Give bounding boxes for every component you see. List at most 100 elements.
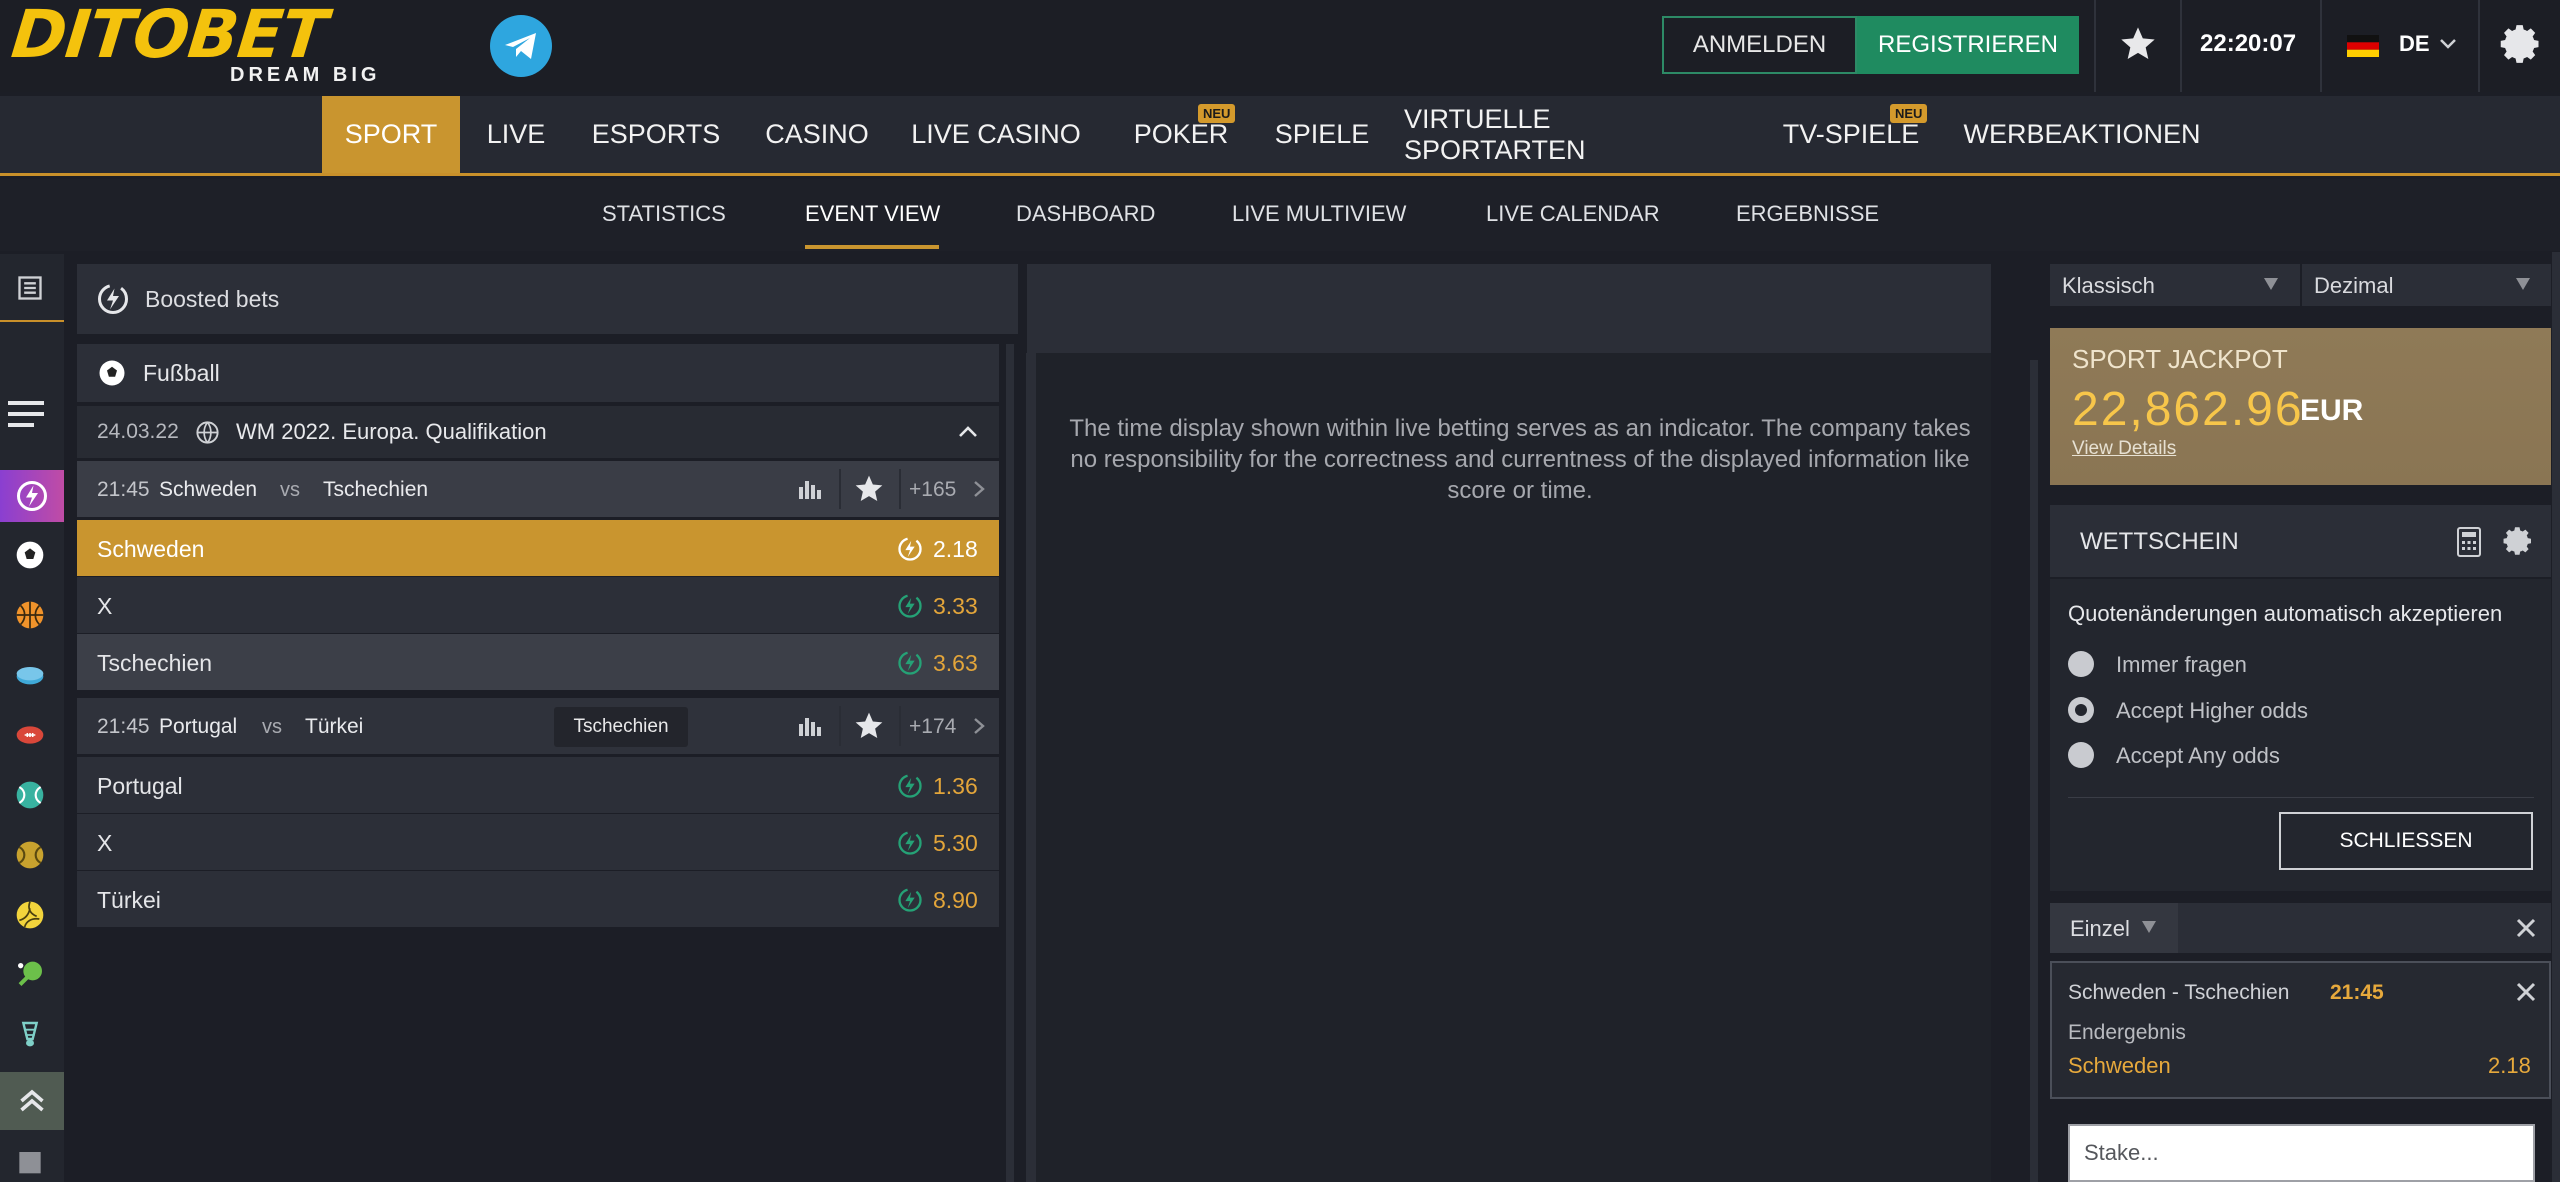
divider [2068, 797, 2534, 798]
match-header[interactable]: 21:45 Portugal vs Türkei +174 [77, 698, 999, 754]
language-selector[interactable]: DE [2399, 31, 2430, 57]
odds-value: 8.90 [933, 887, 978, 913]
nav-casino[interactable]: CASINO [752, 96, 882, 173]
tennis-ball-icon[interactable] [10, 835, 50, 875]
nav-spiele[interactable]: SPIELE [1266, 96, 1378, 173]
nav-poker[interactable]: POKER NEU [1124, 96, 1238, 173]
boost-icon [898, 774, 922, 798]
league-header[interactable]: 24.03.22 WM 2022. Europa. Qualifikation [77, 406, 999, 458]
boost-icon [898, 537, 922, 561]
radio-always-ask[interactable] [2068, 651, 2094, 677]
statistics-icon[interactable] [797, 477, 823, 501]
logo[interactable]: DITOBET DREAM BIG [8, 0, 442, 90]
vs-label: vs [262, 716, 282, 738]
badminton-icon[interactable] [10, 1015, 50, 1055]
football-icon[interactable] [10, 535, 50, 575]
match-time: 21:45 [97, 478, 150, 501]
view-mode-select[interactable]: Klassisch [2050, 264, 2300, 306]
american-football-icon[interactable] [10, 715, 50, 755]
list-view-icon[interactable] [10, 268, 50, 308]
nav-sport[interactable]: SPORT [322, 96, 460, 173]
nav-live-casino[interactable]: LIVE CASINO [906, 96, 1086, 173]
register-button[interactable]: REGISTRIEREN [1857, 16, 2079, 74]
nav-live[interactable]: LIVE [472, 96, 560, 173]
more-sports-icon[interactable] [10, 1140, 50, 1180]
sport-label: Fußball [143, 360, 220, 386]
center-scrollbar-right[interactable] [2030, 360, 2038, 1182]
away-team: Türkei [305, 715, 364, 738]
boosted-bets-icon[interactable] [0, 470, 64, 522]
home-team: Schweden [159, 478, 258, 501]
statistics-icon[interactable] [797, 714, 823, 738]
more-markets-count[interactable]: +165 [909, 478, 956, 502]
odds-row-away[interactable]: Tschechien 3.63 [77, 634, 999, 690]
close-settings-button[interactable]: SCHLIESSEN [2279, 812, 2533, 870]
bet-match: Schweden - Tschechien [2068, 981, 2290, 1004]
divider [899, 469, 901, 509]
chevron-right-icon[interactable] [971, 479, 987, 499]
tab-live-multiview[interactable]: LIVE MULTIVIEW [1232, 201, 1406, 227]
menu-icon[interactable] [6, 394, 46, 434]
sport-header-football[interactable]: Fußball [77, 344, 999, 402]
favorite-star-icon[interactable] [853, 473, 885, 505]
favorites-star-icon[interactable] [2118, 24, 2158, 64]
ice-hockey-icon[interactable] [10, 655, 50, 695]
tab-statistics[interactable]: STATISTICS [602, 201, 726, 227]
odds-row-home[interactable]: Portugal 1.36 [77, 757, 999, 813]
boosted-bets-header[interactable]: Boosted bets [77, 264, 1018, 334]
match-time: 21:45 [97, 715, 150, 738]
bet-odd: 2.18 [2488, 1053, 2531, 1078]
right-scrollbar[interactable] [2552, 252, 2560, 1182]
chevron-down-icon[interactable] [2438, 34, 2458, 54]
jackpot-currency: EUR [2300, 394, 2364, 427]
chevron-right-icon[interactable] [971, 716, 987, 736]
calculator-icon[interactable] [2456, 527, 2482, 557]
betslip-settings-gear-icon[interactable] [2503, 525, 2535, 557]
center-scrollbar[interactable] [1026, 353, 1036, 1182]
odds-format-select[interactable]: Dezimal [2302, 264, 2551, 306]
jackpot-amount: 22,862.96 [2072, 383, 2304, 436]
sport-jackpot-banner[interactable]: SPORT JACKPOT 22,862.96 EUR View Details [2050, 328, 2551, 485]
new-badge: NEU [1890, 104, 1928, 123]
boost-icon [898, 651, 922, 675]
collapse-up-icon[interactable] [0, 1072, 64, 1130]
match-header[interactable]: 21:45 Schweden vs Tschechien +165 [77, 461, 999, 517]
odds-row-home[interactable]: Schweden 2.18 [77, 520, 999, 576]
odds-row-draw[interactable]: X 5.30 [77, 814, 999, 870]
odds-row-away[interactable]: Türkei 8.90 [77, 871, 999, 927]
odds-row-draw[interactable]: X 3.33 [77, 577, 999, 633]
nav-virtual-sports[interactable]: VIRTUELLE SPORTARTEN [1404, 96, 1734, 173]
radio-accept-any[interactable] [2068, 742, 2094, 768]
basketball-icon[interactable] [10, 595, 50, 635]
tab-results[interactable]: ERGEBNISSE [1736, 201, 1879, 227]
stake-input[interactable] [2068, 1124, 2535, 1182]
tennis-icon[interactable] [10, 775, 50, 815]
nav-tv-games[interactable]: TV-SPIELE NEU [1780, 96, 1928, 173]
events-scrollbar[interactable] [1006, 344, 1014, 1182]
radio-label: Accept Any odds [2116, 743, 2280, 768]
remove-bet-close-icon[interactable] [2515, 981, 2537, 1003]
volleyball-icon[interactable] [10, 895, 50, 935]
telegram-icon[interactable] [490, 15, 552, 77]
chevron-up-icon[interactable] [957, 423, 979, 441]
hover-tooltip: Tschechien [554, 707, 688, 747]
tab-dashboard[interactable]: DASHBOARD [1016, 201, 1155, 227]
clear-betslip-close-icon[interactable] [2515, 917, 2537, 939]
germany-flag-icon[interactable] [2347, 35, 2379, 57]
radio-accept-higher[interactable] [2068, 697, 2094, 723]
settings-gear-icon[interactable] [2500, 22, 2544, 66]
bet-type-select[interactable]: Einzel [2050, 903, 2178, 953]
nav-promotions[interactable]: WERBEAKTIONEN [1963, 96, 2200, 173]
tab-event-view[interactable]: EVENT VIEW [805, 201, 940, 227]
login-button[interactable]: ANMELDEN [1662, 16, 1857, 74]
table-tennis-icon[interactable] [10, 955, 50, 995]
nav-esports[interactable]: ESPORTS [584, 96, 728, 173]
tab-live-calendar[interactable]: LIVE CALENDAR [1486, 201, 1660, 227]
divider [899, 706, 901, 746]
outcome-name: Schweden [97, 536, 205, 562]
more-markets-count[interactable]: +174 [909, 715, 956, 739]
favorite-star-icon[interactable] [853, 710, 885, 742]
outcome-name: Tschechien [97, 650, 213, 676]
jackpot-details-link[interactable]: View Details [2072, 438, 2176, 460]
outcome-name: Portugal [97, 773, 183, 799]
